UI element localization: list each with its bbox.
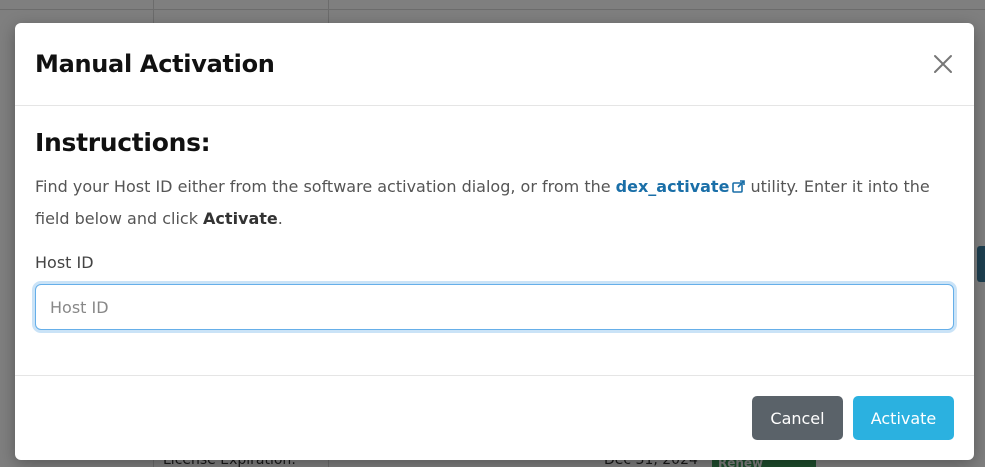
- modal-header: Manual Activation: [15, 23, 974, 106]
- activate-button[interactable]: Activate: [853, 396, 954, 440]
- instructions-activate-emphasis: Activate: [203, 209, 278, 228]
- cancel-button[interactable]: Cancel: [752, 396, 843, 440]
- modal-title: Manual Activation: [35, 50, 275, 78]
- dex-activate-link-label: dex_activate: [615, 177, 730, 196]
- close-button[interactable]: [930, 51, 956, 77]
- host-id-input[interactable]: [35, 284, 954, 330]
- instructions-heading: Instructions:: [35, 128, 211, 157]
- host-id-label: Host ID: [35, 253, 94, 272]
- dex-activate-link[interactable]: dex_activate: [616, 177, 746, 196]
- manual-activation-dialog: Manual Activation Instructions: Find you…: [15, 23, 974, 460]
- instructions-end: .: [277, 209, 283, 228]
- close-icon: [934, 55, 952, 73]
- instructions-text: Find your Host ID either from the softwa…: [35, 171, 954, 235]
- external-link-icon: [732, 180, 746, 193]
- instructions-part1: Find your Host ID either from the softwa…: [35, 177, 616, 196]
- modal-footer: Cancel Activate: [15, 376, 974, 460]
- modal-body: Instructions: Find your Host ID either f…: [15, 106, 974, 376]
